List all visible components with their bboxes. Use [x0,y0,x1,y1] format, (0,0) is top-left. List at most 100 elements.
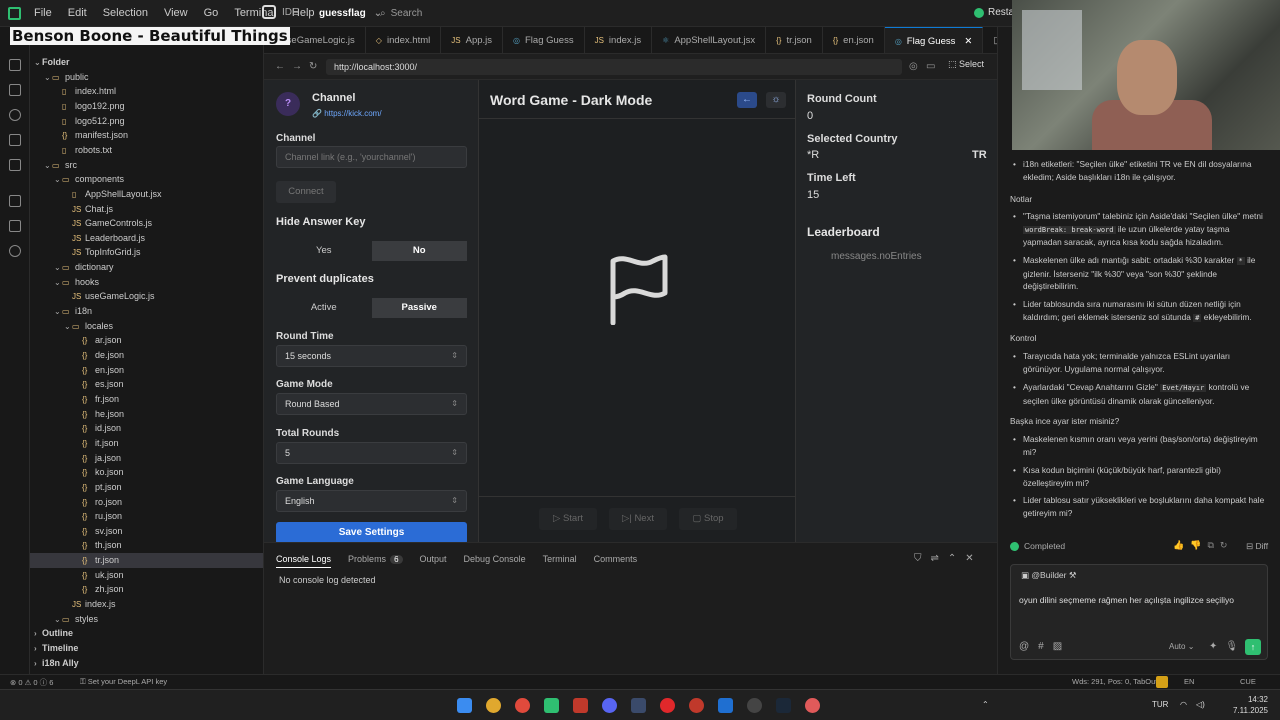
at-icon[interactable]: @ [1019,641,1038,652]
ide-app-icon[interactable] [544,698,559,713]
forward-icon[interactable]: → [292,61,302,72]
app-icon[interactable] [805,698,820,713]
tree-file[interactable]: {} ko.json [30,465,263,480]
chat-input[interactable]: oyun dilini seçmeme rağmen her açılışta … [1019,595,1234,605]
tab-output[interactable]: Output [420,554,447,568]
select-element-button[interactable]: ⬚ Select [948,59,984,70]
tree-file[interactable]: ▯ AppShellLayout.jsx [30,187,263,202]
unity-icon[interactable] [631,698,646,713]
copy-icon[interactable]: ⧉ [1207,540,1219,550]
tree-file[interactable]: {} es.json [30,377,263,392]
channel-input[interactable]: Channel link (e.g., 'yourchannel') [276,146,467,168]
sparkle-icon[interactable]: ✦ [1209,641,1225,652]
sparkle-icon[interactable] [9,245,21,257]
tree-file[interactable]: {} ja.json [30,451,263,466]
builder-mention[interactable]: ▣ @Builder ⚒ [1021,570,1077,581]
music-icon[interactable] [689,698,704,713]
chevron-up-icon[interactable]: ⌃ [982,700,989,709]
menu-selection[interactable]: Selection [95,7,156,19]
tree-section[interactable]: › Outline [30,626,263,641]
tab-index-js[interactable]: JS index.js [585,27,653,53]
tree-file[interactable]: {} th.json [30,538,263,553]
image-icon[interactable]: ▨ [1053,641,1071,652]
connect-button[interactable]: Connect [276,181,336,203]
tree-folder[interactable]: ⌄▭ components [30,172,263,187]
tree-file[interactable]: {} uk.json [30,568,263,583]
hash-icon[interactable]: # [1038,641,1053,652]
devices-icon[interactable]: ▭ [926,61,935,72]
tab-debug-console[interactable]: Debug Console [464,554,526,568]
command-search[interactable]: ⌕ Search [380,5,970,22]
stop-button[interactable]: ▢ Stop [679,508,737,530]
obs-icon[interactable] [747,698,762,713]
round-time-select[interactable]: 15 seconds ⇕ [276,345,467,367]
mic-icon[interactable]: 🎙 [1225,641,1246,652]
next-button[interactable]: ▷| Next [609,508,667,530]
tree-file[interactable]: ▯ robots.txt [30,143,263,158]
game-language-select[interactable]: English ⇕ [276,490,467,512]
start-button[interactable]: ▷ Start [539,508,597,530]
tree-section[interactable]: › Timeline [30,641,263,656]
tree-folder[interactable]: ⌄▭ hooks [30,275,263,290]
vivaldi-icon[interactable] [515,698,530,713]
language-status[interactable]: EN [1184,677,1194,686]
project-selector[interactable]: guessflag ⌄ [319,8,382,19]
tree-file[interactable]: {} it.json [30,436,263,451]
tab-index-html[interactable]: ◇ index.html [366,27,442,53]
tree-file[interactable]: {} tr.json [30,553,263,568]
tree-file[interactable]: {} ar.json [30,333,263,348]
channel-link[interactable]: 🔗 https://kick.com/ [312,109,382,118]
save-settings-button[interactable]: Save Settings [276,522,467,542]
discord-icon[interactable] [602,698,617,713]
volume-icon[interactable]: ◁) [1196,700,1205,709]
youtube-icon[interactable] [660,698,675,713]
tab-app-js[interactable]: JS App.js [441,27,504,53]
refresh-icon[interactable]: ↻ [1220,540,1234,550]
model-selector[interactable]: Auto ⌄ [1169,642,1194,651]
menu-view[interactable]: View [156,7,196,19]
cue-status[interactable]: CUE [1240,677,1256,686]
close-icon[interactable]: ✕ [964,36,972,47]
tree-file[interactable]: JS Leaderboard.js [30,231,263,246]
tab-appshelllayout[interactable]: ⚛ AppShellLayout.jsx [652,27,767,53]
thumbs-down-icon[interactable]: 👎 [1190,540,1207,550]
chrome-icon[interactable] [486,698,501,713]
deepl-status[interactable]: ⚿ Set your DeepL API key [80,677,167,687]
windows-start-icon[interactable] [457,698,472,713]
tree-folder[interactable]: ⌄▭ public [30,70,263,85]
tab-terminal[interactable]: Terminal [543,554,577,568]
tree-file[interactable]: ▯ logo192.png [30,99,263,114]
outlook-icon[interactable] [718,698,733,713]
problems-status[interactable]: ⊗ 0 ⚠ 0 ⓘ 6 [10,677,53,688]
no-option[interactable]: No [371,241,467,261]
wifi-icon[interactable]: ◠ [1180,700,1187,709]
filezilla-icon[interactable] [573,698,588,713]
tree-file[interactable]: JS TopInfoGrid.js [30,245,263,260]
tree-file[interactable]: {} ru.json [30,509,263,524]
tree-file[interactable]: {} zh.json [30,582,263,597]
extensions-icon[interactable] [9,195,21,207]
passive-option[interactable]: Passive [371,298,467,318]
terminal-icon[interactable] [9,159,21,171]
system-clock[interactable]: 14:32 7.11.2025 [1228,694,1268,716]
close-icon[interactable]: ✕ [965,553,982,564]
diff-button[interactable]: ⊟ Diff [1246,541,1268,552]
source-control-icon[interactable] [9,84,21,96]
tab-comments[interactable]: Comments [594,554,638,568]
tree-folder[interactable]: ⌄▭ locales [30,319,263,334]
thumbs-up-icon[interactable]: 👍 [1173,540,1190,550]
tree-section[interactable]: › i18n Ally [30,656,263,671]
tree-file[interactable]: {} en.json [30,363,263,378]
yes-option[interactable]: Yes [276,241,372,261]
maximize-icon[interactable]: ⌃ [948,553,965,564]
tab-flag-guess-1[interactable]: ◎ Flag Guess [503,27,585,53]
tree-file[interactable]: JS Chat.js [30,202,263,217]
filter-icon[interactable]: ⛉ [914,553,931,564]
puzzle-icon[interactable] [9,220,21,232]
tab-flag-guess-active[interactable]: ◎ Flag Guess ✕ [884,27,984,53]
preview-eye-icon[interactable] [9,109,21,121]
tree-file[interactable]: {} sv.json [30,524,263,539]
tree-file[interactable]: {} he.json [30,407,263,422]
tree-file[interactable]: {} de.json [30,348,263,363]
search-icon[interactable] [9,59,21,71]
